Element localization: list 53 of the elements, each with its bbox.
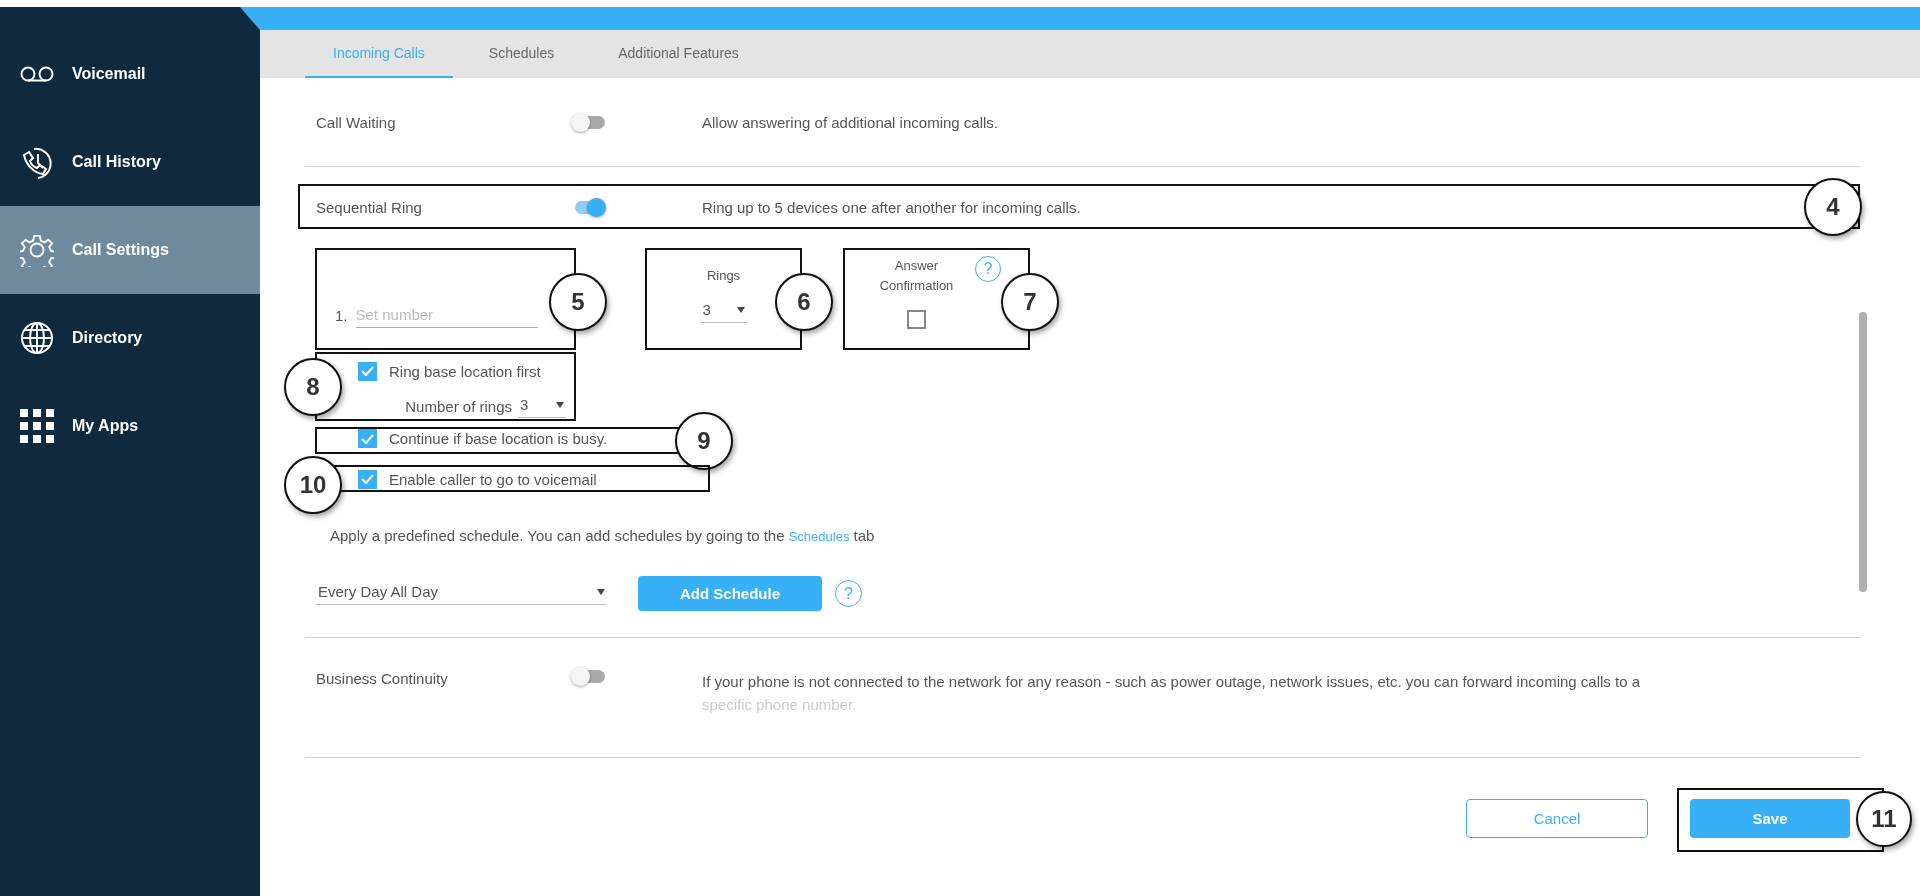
callout-number: 5 [549, 273, 607, 331]
caret-icon [597, 588, 605, 595]
callout-number: 8 [284, 358, 342, 416]
callout-number: 9 [675, 412, 733, 470]
sequential-ring-toggle[interactable] [575, 201, 605, 214]
setting-label: Call Waiting [316, 113, 397, 131]
callout-number: 10 [284, 456, 342, 514]
globe-icon [20, 321, 54, 355]
setting-description: Ring up to 5 devices one after another for incoming calls. [702, 199, 1081, 216]
sidebar-item[interactable]: Call History [0, 118, 260, 206]
checkbox-label: Continue if base location is busy. [389, 430, 608, 447]
rings-label: Rings [706, 268, 741, 283]
checkbox-label: Enable caller to go to voicemail [389, 470, 597, 488]
checkbox-label: Ring base location first [389, 362, 541, 380]
caret-icon [736, 306, 745, 313]
tab[interactable]: Schedules [460, 30, 583, 78]
sidebar-item[interactable]: My Apps [0, 382, 260, 470]
checkbox[interactable] [358, 429, 377, 448]
save-button[interactable]: Save [1690, 799, 1850, 838]
cancel-button[interactable]: Cancel [1466, 799, 1648, 838]
gear-icon [20, 233, 54, 267]
schedule-hint: Apply a predefined schedule. You can add schedules by going to the Schedules tab [329, 526, 876, 546]
callout-number: 4 [1804, 178, 1862, 236]
answer-confirmation-label: Answer Confirmation [878, 257, 955, 295]
checkbox[interactable] [358, 361, 377, 381]
check-icon [361, 474, 374, 484]
schedules-link[interactable]: Schedules [788, 529, 850, 544]
setting-label: Business Continuity [316, 670, 449, 687]
sidebar-item[interactable]: Voicemail [0, 30, 260, 118]
caret-icon [556, 401, 564, 408]
callout-number: 7 [1001, 273, 1059, 331]
callout-number: 11 [1856, 791, 1912, 847]
setting-description: If your phone is not connected to the network for any reason - such as power outage, network issues, etc. you can forward incoming calls to a [702, 673, 1640, 690]
tab[interactable]: Additional Features [590, 30, 767, 78]
scrollbar[interactable] [1859, 312, 1867, 592]
list-number: 1. [335, 307, 348, 326]
grid-icon [20, 409, 54, 443]
rings-select[interactable]: 3 [700, 299, 747, 323]
rings-select[interactable]: 3 [518, 394, 566, 418]
check-icon [361, 366, 374, 376]
setting-description: Allow answering of additional incoming calls. [702, 113, 998, 131]
add-schedule-button[interactable]: Add Schedule [638, 575, 822, 611]
schedule-select[interactable]: Every Day All Day [316, 581, 607, 605]
callout-number: 6 [775, 273, 833, 331]
checkbox[interactable] [358, 469, 377, 489]
voicemail-icon [20, 66, 54, 82]
number-of-rings-label: Number of rings [405, 397, 512, 415]
check-icon [361, 433, 374, 444]
sidebar-item[interactable]: Directory [0, 294, 260, 382]
phone-clock-icon [20, 145, 54, 179]
sidebar-item[interactable]: Call Settings [0, 206, 260, 294]
setting-label: Sequential Ring [316, 199, 423, 216]
checkbox[interactable] [907, 310, 926, 329]
